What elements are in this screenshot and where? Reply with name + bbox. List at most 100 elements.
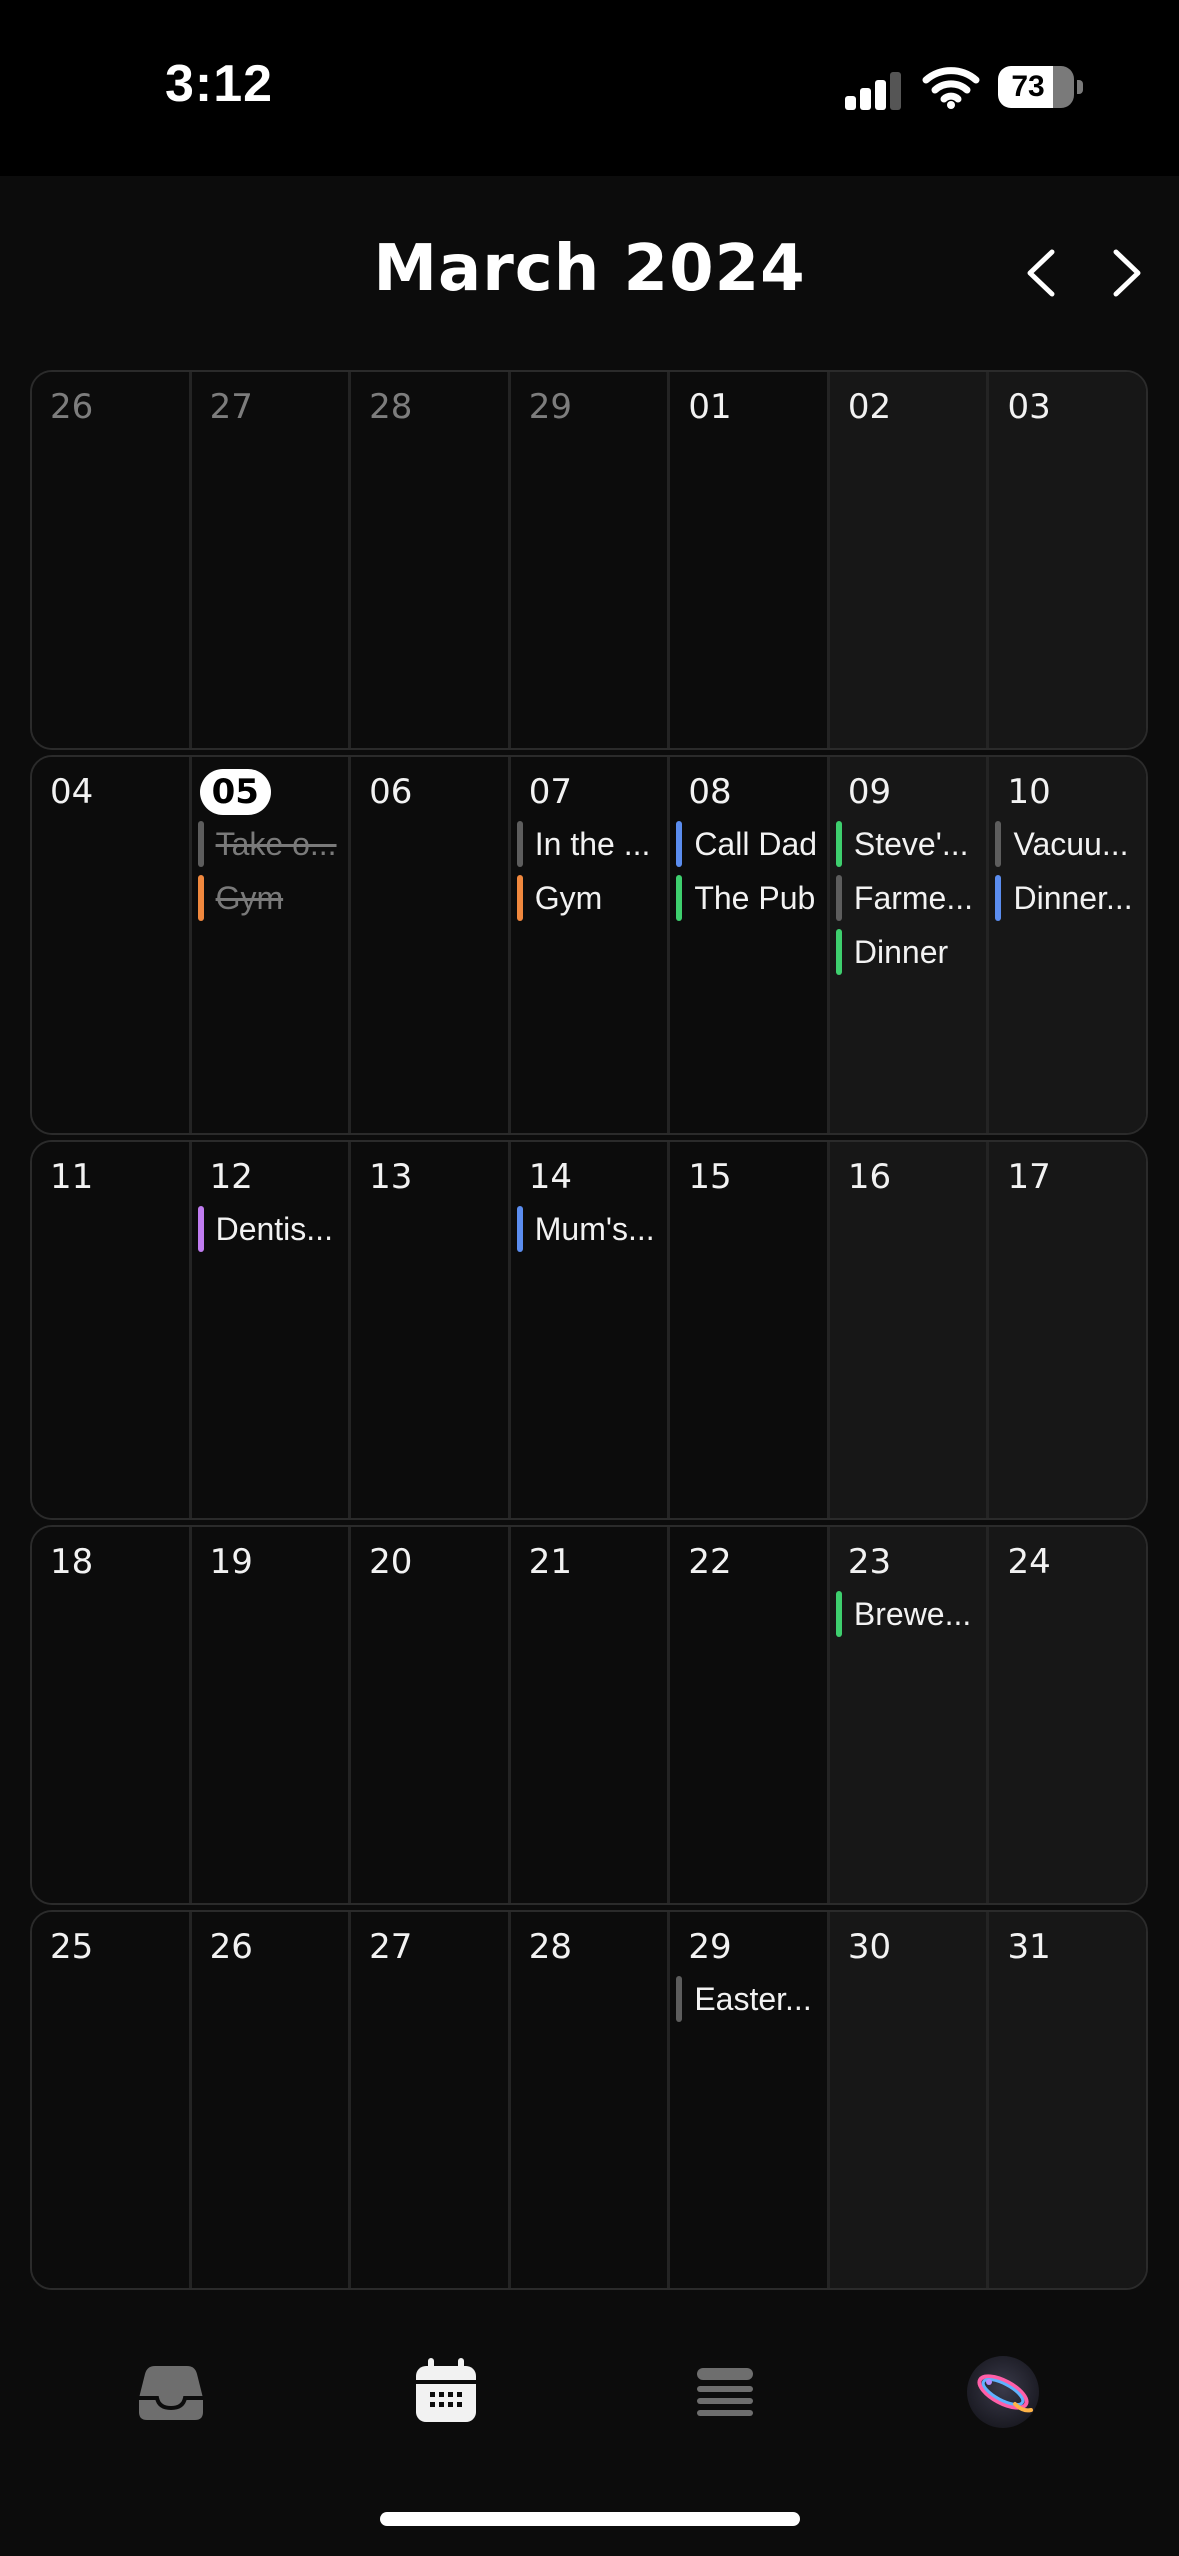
- day-cell[interactable]: 10 Vacuu... Dinner...: [989, 757, 1146, 1133]
- event-title: Easter...: [694, 1981, 812, 2017]
- ai-assistant-icon[interactable]: [963, 2352, 1043, 2432]
- event-color-bar: [516, 1206, 523, 1252]
- day-cell[interactable]: 30: [829, 1912, 990, 2288]
- battery-percent: 73: [1011, 70, 1045, 103]
- event-item[interactable]: Dinner...: [995, 875, 1144, 921]
- event-item[interactable]: Brewe...: [835, 1591, 985, 1637]
- event-item[interactable]: Take o...: [197, 821, 347, 867]
- day-cell[interactable]: 27: [351, 1912, 511, 2288]
- wifi-icon: [922, 67, 980, 109]
- day-cell[interactable]: 16: [829, 1142, 990, 1518]
- chevron-left-icon[interactable]: [1012, 240, 1072, 306]
- day-cell[interactable]: 09 Steve'... Farme... Dinner: [829, 757, 990, 1133]
- event-title: Dinner...: [1013, 880, 1133, 916]
- day-number: 31: [1007, 1927, 1051, 1967]
- day-cell[interactable]: 22: [670, 1527, 830, 1903]
- day-number: 27: [209, 387, 253, 427]
- event-color-bar: [197, 1206, 204, 1252]
- event-title: Gym: [215, 880, 284, 916]
- event-title: Gym: [534, 880, 603, 916]
- status-time: 3:12: [165, 55, 274, 113]
- event-color-bar: [995, 821, 1002, 867]
- day-cell[interactable]: 06: [351, 757, 511, 1133]
- calendar-week: 25 26 27 28 29 Easter... 30 31: [30, 1910, 1148, 2290]
- day-number: 29: [528, 387, 572, 427]
- day-events: Dentis...: [197, 1206, 347, 1260]
- day-cell[interactable]: 29 Easter...: [670, 1912, 830, 2288]
- battery-cap: [1077, 80, 1083, 94]
- event-color-bar: [835, 929, 842, 975]
- day-cell[interactable]: 14 Mum's...: [510, 1142, 671, 1518]
- day-cell[interactable]: 31: [989, 1912, 1146, 2288]
- day-cell[interactable]: 25: [32, 1912, 192, 2288]
- day-number: 09: [847, 772, 892, 812]
- day-cell[interactable]: 13: [351, 1142, 511, 1518]
- day-cell[interactable]: 24: [989, 1527, 1146, 1903]
- day-number: 29: [688, 1927, 732, 1967]
- inbox-icon[interactable]: [131, 2352, 211, 2432]
- day-cell[interactable]: 01: [670, 372, 830, 748]
- event-item[interactable]: In the ...: [516, 821, 666, 867]
- day-number: 01: [688, 387, 732, 427]
- day-number: 06: [369, 772, 413, 812]
- day-number: 04: [50, 772, 94, 812]
- day-cell[interactable]: 27: [191, 372, 352, 748]
- day-number: 28: [528, 1927, 572, 1967]
- calendar-icon[interactable]: [406, 2352, 486, 2432]
- event-title: Brewe...: [853, 1596, 972, 1632]
- day-cell[interactable]: 05 Take o... Gym: [191, 757, 352, 1133]
- calendar-week: 11 12 Dentis... 13 14 Mum's... 15 16 17: [30, 1140, 1148, 1520]
- day-number: 28: [369, 387, 413, 427]
- event-title: Take o...: [215, 826, 337, 862]
- day-cell[interactable]: 20: [351, 1527, 511, 1903]
- event-item[interactable]: Call Dad: [676, 821, 825, 867]
- event-item[interactable]: Vacuu...: [995, 821, 1144, 867]
- day-cell[interactable]: 28: [351, 372, 511, 748]
- day-cell[interactable]: 19: [191, 1527, 352, 1903]
- day-cell[interactable]: 07 In the ... Gym: [510, 757, 671, 1133]
- tab-bar: [0, 2330, 1179, 2450]
- day-cell[interactable]: 11: [32, 1142, 192, 1518]
- day-number: 26: [50, 387, 94, 427]
- day-cell[interactable]: 18: [32, 1527, 192, 1903]
- event-color-bar: [197, 821, 204, 867]
- day-cell[interactable]: 28: [510, 1912, 671, 2288]
- list-icon[interactable]: [685, 2352, 765, 2432]
- event-color-bar: [835, 875, 842, 921]
- day-cell[interactable]: 04: [32, 757, 192, 1133]
- event-color-bar: [197, 875, 204, 921]
- day-number: 07: [528, 772, 572, 812]
- day-cell[interactable]: 17: [989, 1142, 1146, 1518]
- event-item[interactable]: Steve'...: [835, 821, 985, 867]
- event-item[interactable]: Gym: [197, 875, 347, 921]
- event-item[interactable]: Easter...: [676, 1976, 825, 2022]
- day-cell[interactable]: 02: [829, 372, 990, 748]
- day-number: 10: [1007, 772, 1051, 812]
- today-day-number: 05: [199, 769, 271, 815]
- event-item[interactable]: Gym: [516, 875, 666, 921]
- event-item[interactable]: Mum's...: [516, 1206, 666, 1252]
- day-number: 21: [528, 1542, 572, 1582]
- day-number: 20: [369, 1542, 413, 1582]
- day-cell[interactable]: 23 Brewe...: [829, 1527, 990, 1903]
- day-cell[interactable]: 26: [32, 372, 192, 748]
- chevron-right-icon[interactable]: [1096, 240, 1156, 306]
- event-color-bar: [676, 821, 683, 867]
- day-cell[interactable]: 12 Dentis...: [191, 1142, 352, 1518]
- day-cell[interactable]: 21: [510, 1527, 671, 1903]
- event-item[interactable]: Farme...: [835, 875, 985, 921]
- calendar-week: 26 27 28 29 01 02 03: [30, 370, 1148, 750]
- day-cell[interactable]: 03: [989, 372, 1146, 748]
- day-cell[interactable]: 15: [670, 1142, 830, 1518]
- day-cell[interactable]: 29: [510, 372, 671, 748]
- day-events: Brewe...: [835, 1591, 985, 1645]
- event-title: Dinner: [853, 934, 949, 970]
- event-item[interactable]: The Pub: [676, 875, 825, 921]
- day-cell[interactable]: 26: [191, 1912, 352, 2288]
- day-number: 02: [847, 387, 892, 427]
- day-number: 16: [847, 1157, 892, 1197]
- day-number: 24: [1007, 1542, 1051, 1582]
- day-cell[interactable]: 08 Call Dad The Pub: [670, 757, 830, 1133]
- event-item[interactable]: Dentis...: [197, 1206, 347, 1252]
- event-item[interactable]: Dinner: [835, 929, 985, 975]
